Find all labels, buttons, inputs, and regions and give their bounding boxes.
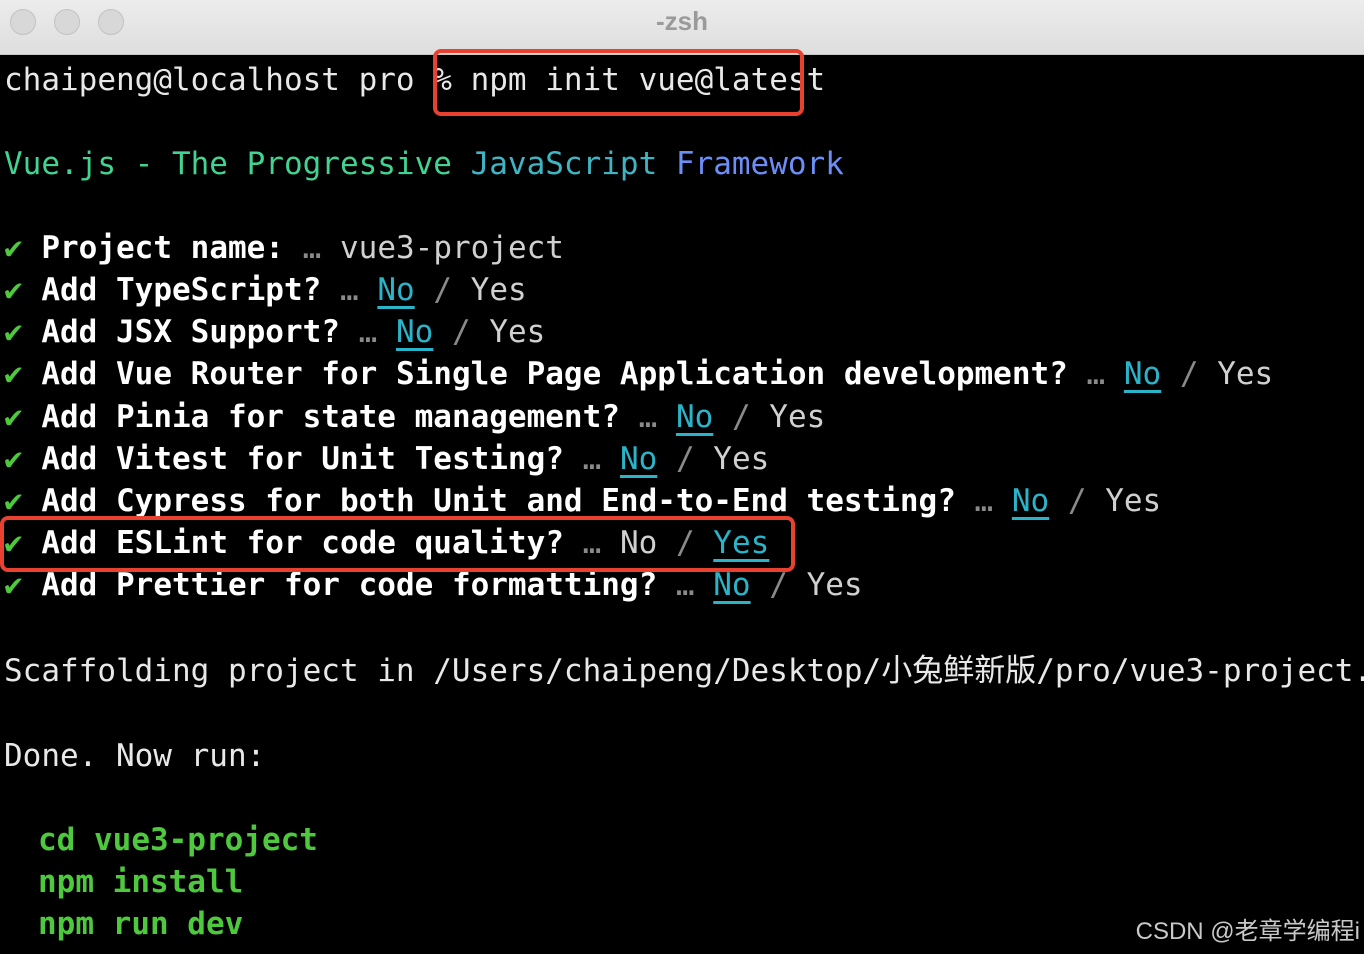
prompt-line: ✔ Add Vitest for Unit Testing? … No / Ye… [4,439,769,479]
banner-text-2: JavaScript [470,146,676,182]
banner-text-1: Vue.js - The Progressive [4,146,471,182]
prompt-question: Add JSX Support? [41,314,340,351]
prompt-question: Add Prettier for code formatting? [41,567,658,604]
check-icon: ✔ [4,440,23,477]
ellipsis: … [675,567,695,604]
option-yes: Yes [489,314,546,351]
check-icon: ✔ [4,567,23,604]
prompt-question: Add TypeScript? [41,272,322,308]
check-icon: ✔ [4,398,23,435]
option-no: No [395,314,434,351]
ellipsis: … [582,440,602,477]
next-step-cd: cd vue3-project [38,822,318,858]
command-highlight-box [433,49,804,116]
scaffold-message: Scaffolding project in /Users/chaipeng/D… [4,653,1364,689]
prompt-line: ✔ Add JSX Support? … No / Yes [4,312,545,352]
prompt-question: Add Vitest for Unit Testing? [41,440,564,477]
eslint-highlight-box [0,516,795,572]
option-separator: / [1179,356,1199,393]
done-message: Done. Now run: [4,738,266,774]
option-separator: / [451,314,471,351]
ellipsis: … [974,483,994,519]
option-yes: Yes [769,398,826,435]
prompt-question: Add Pinia for state management? [41,398,620,435]
option-separator: / [731,398,751,435]
vue-banner: Vue.js - The Progressive JavaScript Fram… [4,144,844,184]
prompt-question: Project name: [41,230,284,266]
window-title: -zsh [656,6,708,36]
check-icon: ✔ [4,314,23,351]
title-bar: -zsh [0,0,1364,55]
ellipsis: … [638,398,658,435]
terminal-window: -zsh chaipeng@localhost pro % npm init v… [0,0,1364,954]
prompt-line: ✔ Add TypeScript? … No / Yes [4,270,527,310]
banner-text-3: Framework [675,146,844,182]
next-step-install: npm install [38,864,244,900]
option-no: No [377,272,415,308]
check-icon: ✔ [4,230,23,266]
next-step-dev: npm run dev [38,906,244,942]
option-separator: / [433,272,452,308]
project-name-answer: vue3-project [340,230,564,266]
prompt-question: Add Vue Router for Single Page Applicati… [41,356,1068,393]
option-no: No [1011,483,1050,519]
option-no: No [713,567,751,604]
option-yes: Yes [806,567,863,604]
option-separator: / [675,440,695,477]
check-icon: ✔ [4,272,23,308]
check-icon: ✔ [4,483,23,519]
option-no: No [619,440,658,477]
prompt-question: Add Cypress for both Unit and End-to-End… [41,483,956,519]
option-separator: / [1067,483,1087,519]
prompt-line: ✔ Add Pinia for state management? … No /… [4,397,825,437]
option-yes: Yes [1105,483,1162,519]
ellipsis: … [339,272,359,308]
prompt-line: ✔ Add Cypress for both Unit and End-to-E… [4,481,1161,521]
ellipsis: … [302,230,322,266]
prompt-line: ✔ Add Vue Router for Single Page Applica… [4,354,1273,394]
option-yes: Yes [713,440,770,477]
check-icon: ✔ [4,356,23,393]
project-name-line: ✔ Project name: … vue3-project [4,228,564,268]
ellipsis: … [358,314,378,351]
option-no: No [1123,356,1162,393]
option-no: No [675,398,714,435]
csdn-watermark: CSDN @老章学编程i [1135,918,1360,945]
terminal-content[interactable]: chaipeng@localhost pro % npm init vue@la… [0,56,1364,954]
option-separator: / [769,567,788,604]
option-yes: Yes [1217,356,1274,393]
ellipsis: … [1086,356,1106,393]
option-yes: Yes [470,272,527,308]
shell-prompt: chaipeng@localhost pro % [4,62,452,98]
